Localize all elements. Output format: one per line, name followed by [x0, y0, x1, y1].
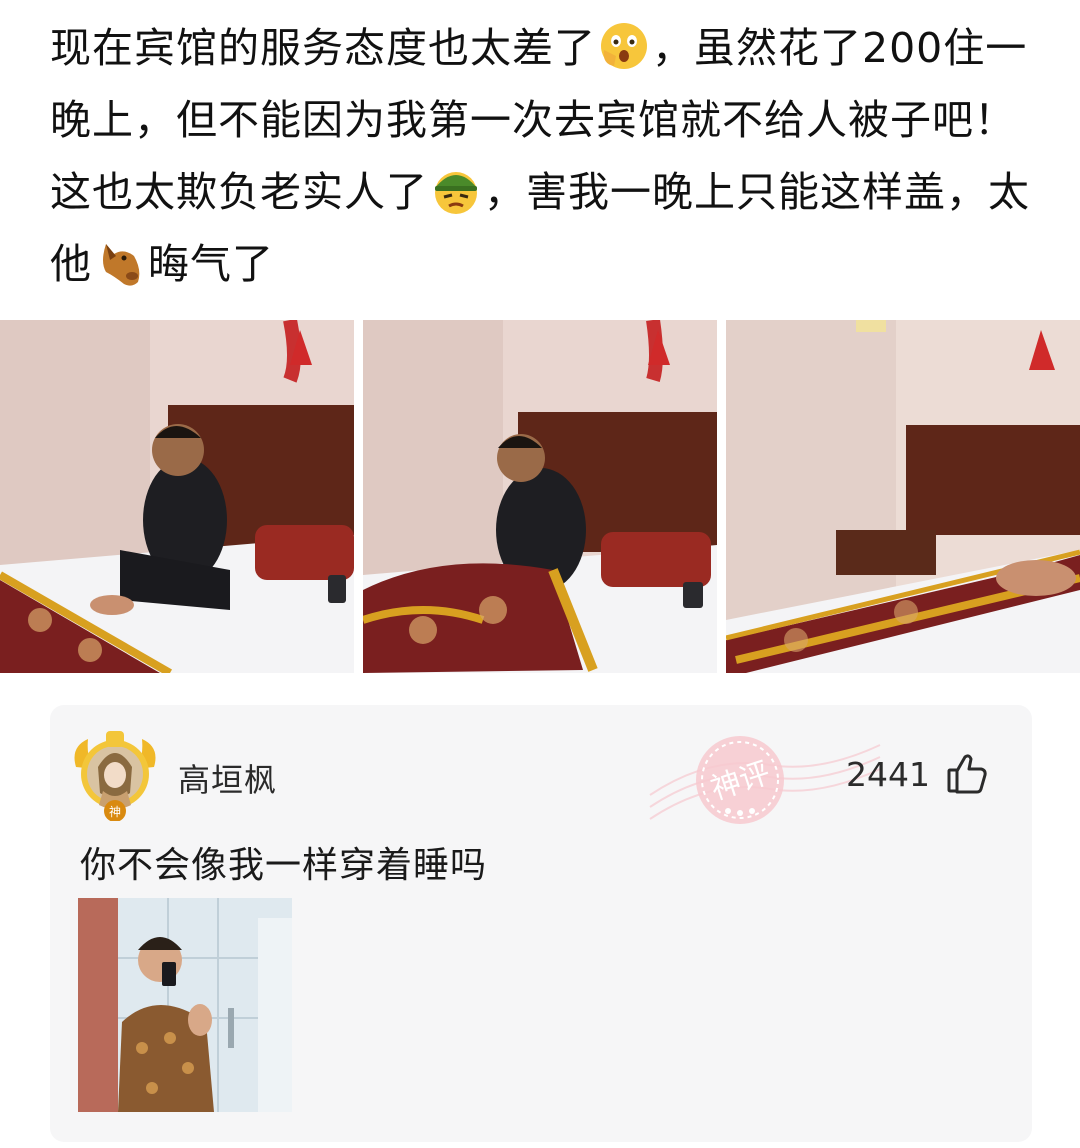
avatar-icon: 神 [74, 731, 156, 822]
thumbs-up-icon[interactable] [946, 751, 990, 795]
hotel-bed-photo-wrapping[interactable] [363, 320, 717, 673]
comment-text: 你不会像我一样穿着睡吗 [80, 845, 488, 886]
comment-username[interactable]: 高垣枫 [178, 755, 277, 801]
photo-strip [0, 320, 1080, 673]
post-text: 现在宾馆的服务态度也太差了 ，虽然花了200住一晚上，但不能因为我第一次去宾馆就… [50, 12, 1040, 300]
avatar-badge: 神 [109, 805, 121, 819]
post-text-part-4: 晦气了 [148, 240, 274, 288]
soldier-face-emoji-icon [435, 172, 477, 214]
comment-card: 神 高垣枫 神评 2441 你不会像我一样穿着睡吗 [50, 705, 1032, 1142]
hotel-bed-photo-lying[interactable] [726, 320, 1080, 673]
comment-photo[interactable] [78, 898, 292, 1112]
shocked-face-emoji-icon [601, 23, 647, 69]
avatar[interactable]: 神 [68, 727, 162, 822]
hotel-bed-photo-sitting[interactable] [0, 320, 354, 673]
post-text-part-1: 现在宾馆的服务态度也太差了 [50, 24, 596, 72]
horse-face-emoji-icon [103, 244, 140, 286]
like-count: 2441 [846, 755, 930, 794]
